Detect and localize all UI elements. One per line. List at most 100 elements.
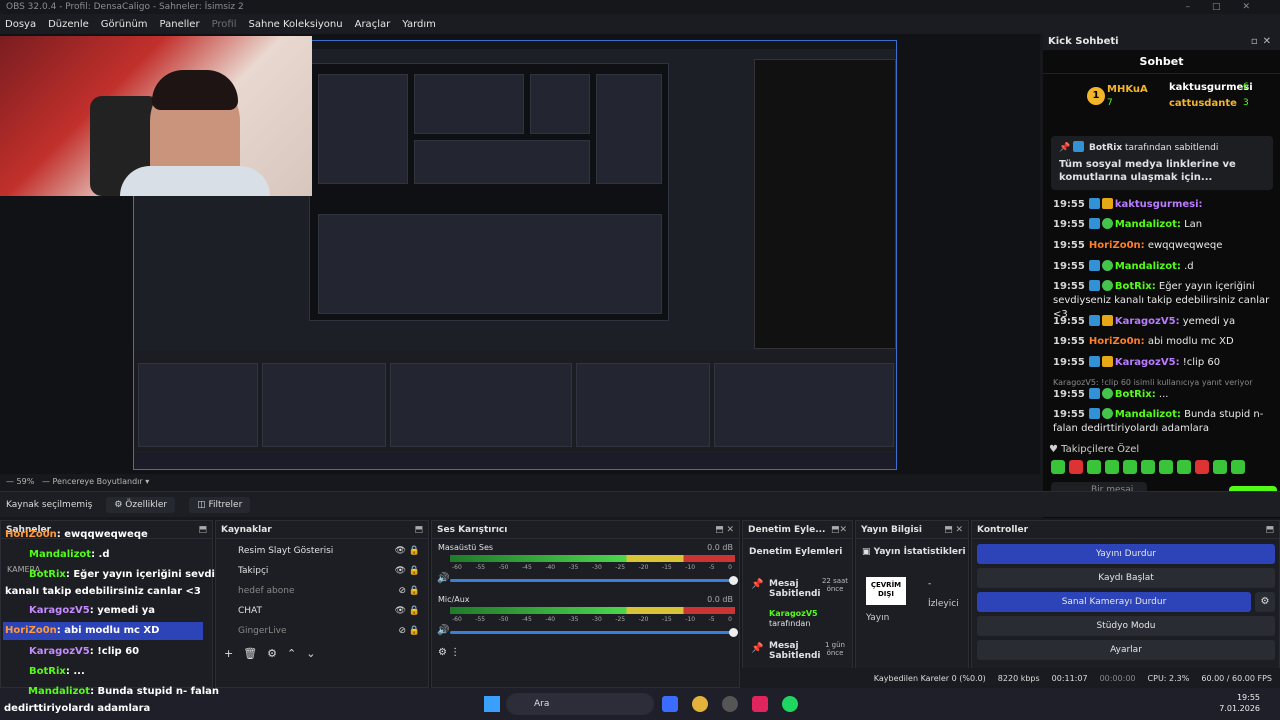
emote-icon — [1069, 460, 1083, 474]
lock-icon: 🔒 — [408, 606, 420, 616]
filters-button[interactable]: ◫ Filtreler — [189, 496, 251, 513]
chat-message: 19:55 Mandalizot: Lan — [1053, 218, 1203, 230]
menu-scene-collection[interactable]: Sahne Koleksiyonu — [249, 19, 343, 30]
emote-icon — [1105, 460, 1119, 474]
volume-slider[interactable] — [450, 628, 738, 637]
window-titlebar: OBS 32.0.4 - Profil: DensaCaligo - Sahne… — [0, 0, 1280, 14]
lock-icon: 🔒 — [408, 546, 420, 556]
bitrate: 8220 kbps — [997, 673, 1040, 683]
stats-title: ▣ Yayın İstatistikleri — [862, 547, 966, 557]
chat-message: 19:55 BotRix: ... — [1053, 388, 1169, 400]
obs-icon[interactable] — [722, 696, 738, 712]
hidden-icon: ⊘ — [398, 626, 406, 636]
kick-dock-header: Kick Sohbeti ▫✕ — [1043, 34, 1280, 50]
menu-docks[interactable]: Paneller — [160, 19, 200, 30]
source-item[interactable]: Resim Slayt Gösterisi 👁 🔒 — [222, 541, 422, 561]
overlay-msg: kanalı takip edebilirsiniz canlar <3 — [5, 586, 201, 597]
overlay-msg: BotRix: ... — [29, 666, 85, 677]
nested-kick-chat — [754, 59, 896, 349]
source-toolbar-icons[interactable]: +🗑⚙⌃⌄ — [224, 647, 325, 660]
no-source-label: Kaynak seçilmemiş — [6, 499, 93, 510]
volume-meter — [450, 555, 735, 562]
source-item[interactable]: Takipçi 👁 🔒 — [222, 561, 422, 581]
emote-icon — [1087, 460, 1101, 474]
source-item[interactable]: CHAT 👁 🔒 — [222, 601, 422, 621]
speaker-icon[interactable]: 🔊 — [437, 625, 449, 636]
stop-stream-button[interactable]: Yayını Durdur — [977, 544, 1275, 564]
menu-view[interactable]: Görünüm — [101, 19, 148, 30]
chrome-icon[interactable] — [692, 696, 708, 712]
chat-message: 19:55 KaragozV5: !clip 60 — [1053, 356, 1221, 368]
overlay-msg: dedirttiriyolardı adamlara — [4, 703, 151, 714]
speaker-icon[interactable]: 🔊 — [437, 573, 449, 584]
studio-mode-button[interactable]: Stüdyo Modu — [977, 616, 1275, 636]
nested-taskbar — [134, 453, 896, 469]
settings-button[interactable]: Ayarlar — [977, 640, 1275, 660]
leader-3-name: cattusdante — [1169, 98, 1237, 109]
start-icon[interactable] — [484, 696, 500, 712]
spotify-icon[interactable] — [782, 696, 798, 712]
offline-badge: ÇEVRİM DIŞI — [866, 577, 906, 605]
followers-only-label: ♥ Takipçilere Özel — [1049, 444, 1140, 455]
track-name: Mic/Aux — [438, 595, 470, 604]
hidden-icon: ⊘ — [398, 586, 406, 596]
volume-slider[interactable] — [450, 576, 738, 585]
chat-message: 19:55 Mandalizot: Bunda stupid n- falan d… — [1053, 408, 1264, 434]
overlay-msg: HoriZo0n: abi modlu mc XD — [5, 625, 160, 636]
meter-scale: -60 -55 -50 -45 -40 -35 -30 -25 -20 -15 -10 -5 0 — [452, 616, 732, 623]
fit-to-window[interactable]: Pencereye Boyutlandır — [53, 477, 143, 486]
record-time: 00:00:00 — [1099, 673, 1136, 683]
window-controls[interactable]: –□✕ — [1185, 0, 1272, 14]
chat-message: 19:55 HoriZo0n: abi modlu mc XD — [1053, 336, 1234, 347]
bot-badge-icon — [1073, 141, 1085, 152]
chat-message: 19:55 KaragozV5: yemedi ya — [1053, 315, 1236, 327]
overlay-msg: HoriZo0n: ewqqweqweqe — [5, 529, 148, 540]
visibility-icon: 👁 — [394, 546, 406, 556]
source-item[interactable]: GingerLive ⊘ 🔒 — [222, 621, 422, 641]
leader-1-score: 7 — [1107, 98, 1113, 108]
leader-2-score: 6 — [1243, 82, 1249, 92]
virtual-camera-settings-icon[interactable]: ⚙ — [1255, 592, 1275, 612]
lock-icon: 🔒 — [408, 586, 420, 596]
menu-tools[interactable]: Araçlar — [355, 19, 391, 30]
pinned-message[interactable]: 📌 BotRix tarafından sabitlendi Tüm sosya… — [1051, 136, 1273, 190]
volume-meter — [450, 607, 735, 614]
emote-bar[interactable] — [1051, 460, 1271, 476]
chat-message: 19:55 Mandalizot: .d — [1053, 260, 1194, 272]
menu-edit[interactable]: Düzenle — [48, 19, 89, 30]
pin-icon: 📌 — [751, 579, 764, 590]
stop-virtual-camera-button[interactable]: Sanal Kamerayı Durdur — [977, 592, 1251, 612]
emote-icon — [1195, 460, 1209, 474]
sources-title: Kaynaklar ⬒ — [216, 521, 428, 539]
taskbar-clock[interactable]: 19:55 7.01.2026 — [1219, 692, 1260, 714]
properties-button[interactable]: ⚙ Özellikler — [106, 496, 176, 513]
audit-item-time: 22 saat önce — [821, 577, 849, 593]
overlay-msg: Mandalizot: .d — [29, 549, 110, 560]
app-icon[interactable] — [662, 696, 678, 712]
emote-icon — [1231, 460, 1245, 474]
mixer-settings-icon[interactable]: ⚙ ⋮ — [438, 647, 460, 658]
emote-icon — [1051, 460, 1065, 474]
window-title: OBS 32.0.4 - Profil: DensaCaligo - Sahne… — [6, 2, 244, 12]
leader-2-name: kaktusgurmesi — [1169, 82, 1253, 93]
menu-file[interactable]: Dosya — [5, 19, 36, 30]
controls-dock: Kontroller ⬒ Yayını Durdur Kaydı Başlat S… — [971, 520, 1280, 688]
controls-title: Kontroller ⬒ — [972, 521, 1279, 539]
start-recording-button[interactable]: Kaydı Başlat — [977, 568, 1275, 588]
tiktok-icon[interactable] — [752, 696, 768, 712]
zoom-value[interactable]: 59% — [17, 477, 35, 486]
menu-help[interactable]: Yardım — [402, 19, 436, 30]
emote-icon — [1159, 460, 1173, 474]
meter-scale: -60 -55 -50 -45 -40 -35 -30 -25 -20 -15 -10 -5 0 — [452, 564, 732, 571]
menu-profile[interactable]: Profil — [212, 19, 237, 30]
audit-item-user: KaragozV5 — [769, 609, 818, 618]
menu-bar: Dosya Düzenle Görünüm Paneller Profil Sa… — [0, 14, 1280, 34]
source-item[interactable]: hedef abone ⊘ 🔒 — [222, 581, 422, 601]
dock-float-close-icon[interactable]: ▫✕ — [1251, 34, 1276, 50]
taskbar-search[interactable]: Ara — [506, 693, 654, 715]
fps: 60.00 / 60.00 FPS — [1201, 673, 1272, 683]
emote-icon — [1123, 460, 1137, 474]
kick-chat-dock: Kick Sohbeti ▫✕ Sohbet 1 MHKuA 7 kaktusg… — [1043, 34, 1280, 518]
leader-1-name: MHKuA — [1107, 84, 1148, 95]
webcam-image — [0, 36, 312, 196]
